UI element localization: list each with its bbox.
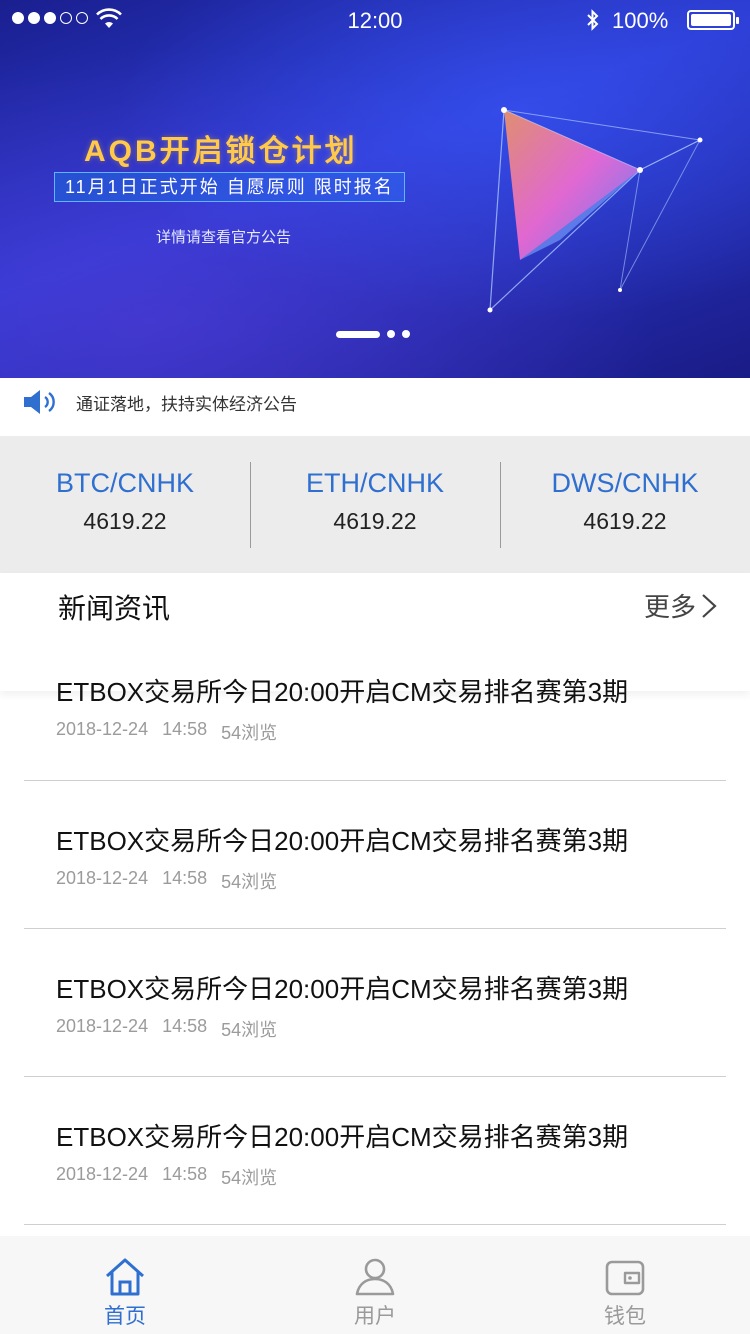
news-item[interactable]: ETBOX交易所今日20:00开启CM交易排名赛第3期 2018-12-24 1… [24, 650, 726, 781]
speaker-icon [24, 390, 55, 414]
news-headline: ETBOX交易所今日20:00开启CM交易排名赛第3期 [56, 1122, 629, 1152]
chevron-right-icon [702, 593, 717, 618]
home-icon [106, 1258, 144, 1296]
ticker-price: 4619.22 [583, 508, 667, 534]
market-tickers: BTC/CNHK 4619.22 ETH/CNHK 4619.22 DWS/CN… [0, 436, 750, 573]
news-meta: 2018-12-24 14:58 54浏览 [56, 868, 277, 894]
news-headline: ETBOX交易所今日20:00开启CM交易排名赛第3期 [56, 974, 629, 1004]
news-headline: ETBOX交易所今日20:00开启CM交易排名赛第3期 [56, 826, 629, 856]
ticker-pair: ETH/CNHK [305, 468, 444, 498]
more-label: 更多 [644, 592, 697, 622]
news-item[interactable]: ETBOX交易所今日20:00开启CM交易排名赛第3期 2018-12-24 1… [24, 929, 726, 1077]
announcement-text: 通证落地，扶持实体经济公告 [76, 394, 297, 414]
news-views: 54浏览 [221, 1168, 278, 1188]
banner-note: 详情请查看官方公告 [156, 229, 292, 246]
wallet-icon [605, 1260, 645, 1296]
crystal-pyramid-icon [487, 107, 703, 313]
banner-pager[interactable] [336, 330, 410, 338]
more-link[interactable]: 更多 [644, 587, 720, 624]
ticker-pair: DWS/CNHK [551, 468, 699, 498]
news-meta: 2018-12-24 14:58 54浏览 [56, 1016, 277, 1042]
ticker-eth[interactable]: ETH/CNHK 4619.22 [250, 436, 500, 573]
news-date: 2018-12-24 [56, 868, 149, 888]
news-item[interactable]: ETBOX交易所今日20:00开启CM交易排名赛第3期 2018-12-24 1… [24, 1077, 726, 1225]
pager-indicator[interactable] [387, 330, 395, 338]
news-meta: 2018-12-24 14:58 54浏览 [56, 1164, 277, 1190]
news-time: 14:58 [162, 1164, 208, 1184]
announcement-bar[interactable]: 通证落地，扶持实体经济公告 [0, 378, 750, 426]
news-time: 14:58 [162, 1016, 208, 1036]
news-views: 54浏览 [221, 723, 278, 743]
news-item[interactable]: ETBOX交易所今日20:00开启CM交易排名赛第3期 2018-12-24 1… [24, 781, 726, 929]
pager-indicator[interactable] [402, 330, 410, 338]
pager-indicator-active[interactable] [336, 330, 380, 338]
battery-percent: 100% [612, 8, 669, 33]
banner-subtitle: 11月1日正式开始 自愿原则 限时报名 [54, 172, 405, 202]
tab-wallet[interactable]: 钱包 [500, 1236, 750, 1334]
tab-label: 首页 [104, 1305, 146, 1328]
section-title: 新闻资讯 [58, 593, 171, 624]
news-views: 54浏览 [221, 1020, 278, 1040]
ticker-price: 4619.22 [83, 508, 167, 534]
news-list: ETBOX交易所今日20:00开启CM交易排名赛第3期 2018-12-24 1… [0, 650, 750, 1225]
ticker-btc[interactable]: BTC/CNHK 4619.22 [0, 436, 250, 573]
ticker-price: 4619.22 [333, 508, 417, 534]
news-date: 2018-12-24 [56, 719, 149, 739]
promo-banner[interactable]: 12:00 100% AQB开启锁仓计划 11月1日正式开始 自愿原则 限时报名… [0, 0, 750, 378]
news-time: 14:58 [162, 868, 208, 888]
tab-user[interactable]: 用户 [250, 1236, 500, 1334]
tab-home[interactable]: 首页 [0, 1236, 250, 1334]
status-bar: 12:00 100% [0, 0, 750, 40]
news-date: 2018-12-24 [56, 1164, 149, 1184]
banner-title: AQB开启锁仓计划 [84, 135, 358, 168]
bottom-tab-bar: 首页 用户 钱包 [0, 1236, 750, 1334]
battery-icon [687, 10, 739, 30]
tab-label: 用户 [354, 1305, 396, 1328]
news-date: 2018-12-24 [56, 1016, 149, 1036]
ticker-dws[interactable]: DWS/CNHK 4619.22 [500, 436, 750, 573]
news-views: 54浏览 [221, 872, 278, 892]
news-headline: ETBOX交易所今日20:00开启CM交易排名赛第3期 [56, 677, 629, 707]
news-time: 14:58 [162, 719, 208, 739]
news-meta: 2018-12-24 14:58 54浏览 [56, 719, 277, 745]
user-icon [355, 1258, 395, 1296]
bluetooth-icon [587, 9, 599, 31]
tab-label: 钱包 [604, 1305, 646, 1328]
ticker-pair: BTC/CNHK [55, 468, 194, 498]
